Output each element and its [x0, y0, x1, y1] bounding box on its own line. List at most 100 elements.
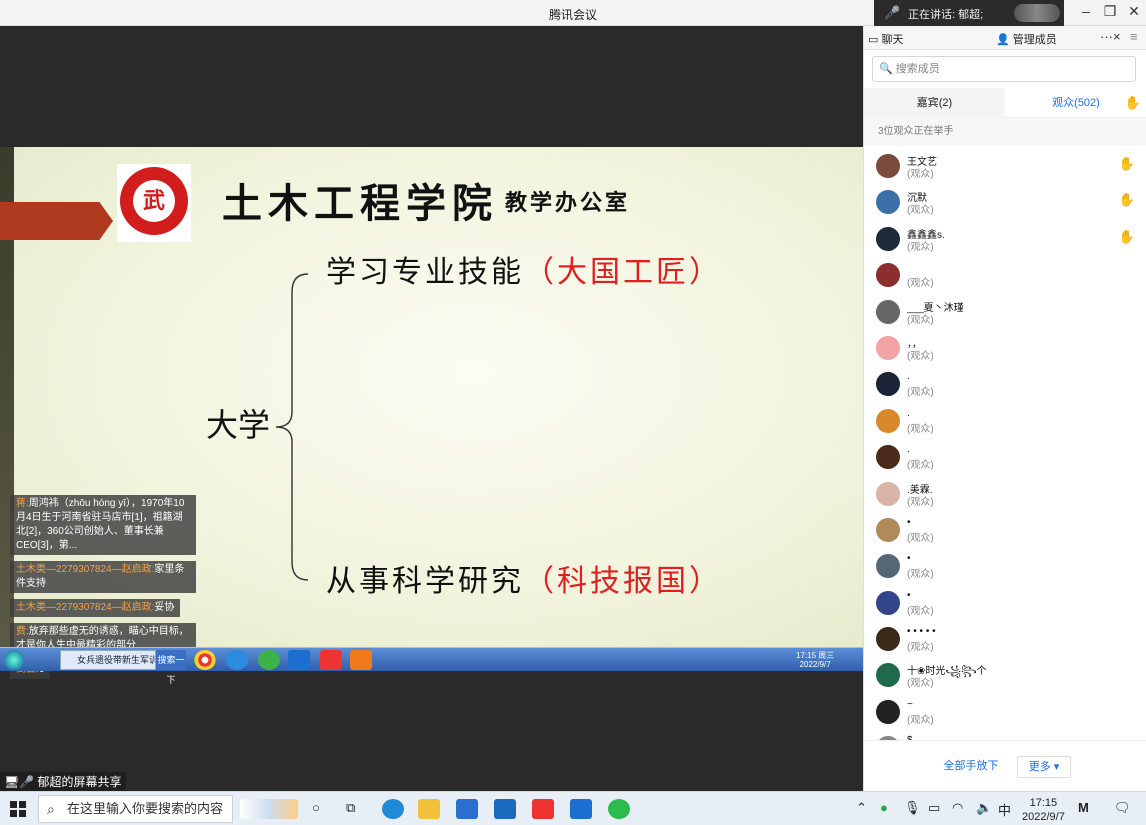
ime-indicator[interactable]: 中: [998, 800, 1011, 819]
member-row[interactable]: (观众): [864, 259, 1146, 295]
line1-highlight: （大国工匠）: [524, 255, 722, 290]
member-name: .: [907, 371, 910, 383]
avatar: [876, 699, 900, 724]
browser-tab: 女兵遗役带新生军训: [60, 650, 156, 670]
tray-expand-icon[interactable]: ⌃: [856, 800, 867, 816]
tray-app-icon[interactable]: ●: [880, 800, 888, 815]
avatar: [876, 372, 900, 397]
tray-mic-icon[interactable]: 🎙: [904, 800, 921, 816]
store-icon[interactable]: [456, 799, 478, 819]
member-search-input[interactable]: 🔍 搜索成员: [872, 56, 1136, 82]
members-panel: ▭ 聊天 👤 管理成员 ··· × ≡ 🔍 搜索成员 嘉宾(2) 观众(502)…: [863, 26, 1146, 791]
member-row[interactable]: ___夏丶沐瑾 (观众): [864, 296, 1146, 332]
line2-text: 从事科学研究: [326, 564, 524, 599]
edge-icon[interactable]: [382, 799, 404, 819]
cortana-icon[interactable]: ○: [312, 800, 320, 815]
meeting-window: 腾讯会议 🎤 正在讲话: 郁超; – ❐ ✕ 武 土木工程学院 教学办公室 学习…: [0, 0, 1146, 825]
member-row[interactable]: . (观众): [864, 368, 1146, 404]
raised-hand-icon[interactable]: ✋: [1119, 192, 1135, 208]
slide-arrow-shape: [0, 202, 113, 240]
member-row[interactable]: 鑫鑫鑫s. (观众) ✋: [864, 223, 1146, 259]
member-row[interactable]: . (观众): [864, 405, 1146, 441]
avatar: [876, 263, 900, 288]
tab-members[interactable]: 👤 管理成员: [996, 31, 1057, 47]
wechat-icon[interactable]: [608, 799, 630, 819]
line2-highlight: （科技报国）: [524, 564, 722, 599]
share-label: 🖥🎤 郁超的屏幕共享: [0, 772, 126, 792]
logo-mark: 武: [133, 180, 175, 222]
member-row[interactable]: • (观众): [864, 587, 1146, 623]
avatar: [876, 663, 900, 688]
member-name: •: [907, 516, 911, 528]
tencent-meeting-icon[interactable]: [570, 799, 592, 819]
more-button[interactable]: 更多 ▾: [1017, 756, 1071, 778]
search-highlight-icon: [240, 799, 298, 819]
volume-icon[interactable]: 🔈: [976, 800, 992, 816]
avatar: [876, 554, 900, 579]
close-panel-icon[interactable]: ×: [1113, 29, 1121, 44]
avatar: [876, 190, 900, 215]
member-role: (观众): [907, 169, 934, 180]
member-row[interactable]: . (观众): [864, 441, 1146, 477]
avatar: [876, 627, 900, 652]
tab-guests[interactable]: 嘉宾(2): [864, 88, 1005, 118]
more-icon[interactable]: ···: [1100, 29, 1113, 44]
search-icon: 🔍: [879, 63, 893, 75]
shared-screen[interactable]: 武 土木工程学院 教学办公室 学习专业技能（大国工匠） 大学 从事科学研究（科技…: [0, 26, 863, 791]
member-row[interactable]: 王文艺 (观众) ✋: [864, 150, 1146, 186]
member-row[interactable]: .美霖. (观众): [864, 478, 1146, 514]
wifi-icon[interactable]: ◠: [952, 800, 963, 816]
panel-footer: 全部手放下 更多 ▾: [864, 740, 1146, 791]
chrome-icon: [194, 650, 216, 670]
avatar: [876, 226, 900, 251]
raised-hand-icon[interactable]: ✋: [1119, 229, 1135, 245]
member-row[interactable]: $: [864, 732, 1146, 740]
wps-taskbar-icon[interactable]: [532, 799, 554, 819]
member-row[interactable]: ~ (观众): [864, 696, 1146, 732]
shared-taskbar: 女兵遗役带新生军训 搜索一下 17:15 周三 2022/9/7: [0, 647, 863, 685]
member-row[interactable]: 沉默 (观众) ✋: [864, 186, 1146, 222]
member-role: (观众): [907, 241, 934, 253]
member-name: •: [907, 589, 911, 601]
menu-icon[interactable]: ≡: [1130, 29, 1138, 44]
raised-hand-icon[interactable]: ✋: [1119, 156, 1135, 172]
school-logo: 武: [117, 164, 191, 242]
member-role: (观众): [907, 350, 934, 362]
restore-icon[interactable]: ❐: [1100, 3, 1120, 20]
lower-all-hands-button[interactable]: 全部手放下: [936, 756, 1006, 778]
member-role: (观众): [907, 532, 934, 544]
meeting-tray-icon[interactable]: M: [1078, 800, 1089, 815]
member-list[interactable]: 王文艺 (观众) ✋ 沉默 (观众) ✋ 鑫鑫鑫s. (观众) ✋ (观众) ___夏丶沐瑾 (观众)…: [864, 150, 1146, 740]
member-row[interactable]: • • • • • (观众): [864, 623, 1146, 659]
slide-line-1: 学习专业技能（大国工匠）: [326, 247, 722, 291]
speaker-avatars: [1014, 4, 1060, 22]
speaking-indicator: 🎤 正在讲话: 郁超;: [874, 0, 1064, 26]
mic-icon: 🎤: [884, 5, 901, 20]
member-row[interactable]: ，， (观众): [864, 332, 1146, 368]
ie-icon: [226, 650, 248, 670]
explorer-icon[interactable]: [418, 799, 440, 819]
mail-icon[interactable]: [494, 799, 516, 819]
windows-start-icon[interactable]: [10, 801, 26, 817]
member-row[interactable]: • (观众): [864, 514, 1146, 550]
close-icon[interactable]: ✕: [1124, 3, 1144, 20]
title-bar: 腾讯会议 🎤 正在讲话: 郁超; – ❐ ✕: [0, 0, 1146, 26]
slide-line-2: 从事科学研究（科技报国）: [326, 556, 722, 600]
search-icon: ⌕: [47, 801, 55, 817]
minimize-icon[interactable]: –: [1076, 3, 1096, 19]
member-role: (观众): [907, 642, 934, 654]
tab-chat[interactable]: ▭ 聊天: [868, 31, 903, 47]
avatar: [876, 154, 900, 178]
tray-battery-icon[interactable]: ▭: [928, 800, 940, 816]
avatar: [876, 299, 900, 324]
member-name: •: [907, 553, 911, 565]
member-name: .: [907, 444, 910, 456]
member-row[interactable]: 十❀时光꧁꧂个 (观众): [864, 659, 1146, 695]
windows-search-input[interactable]: ⌕ 在这里输入你要搜索的内容: [38, 795, 233, 823]
system-clock[interactable]: 17:15 2022/9/7: [1022, 796, 1065, 824]
task-view-icon[interactable]: ⧉: [346, 800, 355, 816]
member-row[interactable]: • (观众): [864, 550, 1146, 586]
member-role: (观众): [907, 569, 934, 581]
notification-icon[interactable]: 🗨: [1114, 800, 1131, 816]
slide-subtitle: 教学办公室: [505, 190, 631, 216]
